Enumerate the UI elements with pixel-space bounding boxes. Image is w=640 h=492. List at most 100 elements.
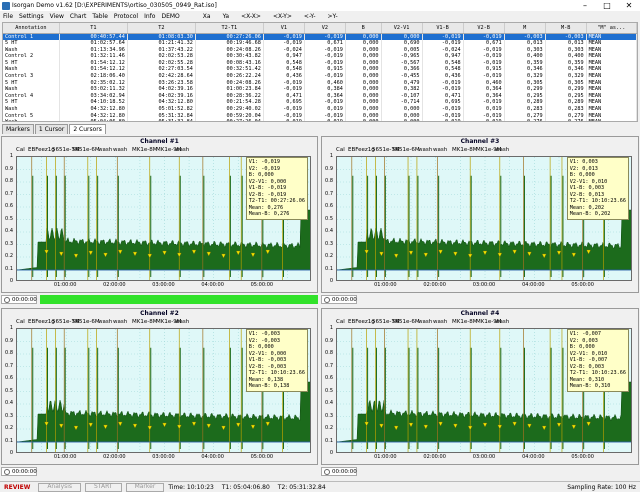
toolbar-ya-button[interactable]: Ya bbox=[217, 13, 236, 20]
channel-plot[interactable]: V1: -0,003 V2: -0,003 B: 0,000 V2-V1: 0,000… bbox=[16, 328, 311, 453]
table-cell: 0,366 bbox=[381, 66, 423, 74]
y-tick-label: 0.2 bbox=[5, 425, 13, 431]
table-row[interactable]: Wash 01:54:12.12 02:27:03.54 00:32:51.42 0,5… bbox=[3, 66, 637, 74]
table-cell: -0,019 bbox=[263, 40, 305, 47]
column-header[interactable]: V2-B bbox=[463, 23, 505, 34]
time-counter: 00:00:00 bbox=[1, 295, 37, 304]
menu-file[interactable]: File bbox=[0, 13, 16, 20]
table-row[interactable]: Control 4 03:34:02.94 04:02:39.16 00:28:36.… bbox=[3, 92, 637, 100]
time-counter: 00:00:00 bbox=[1, 467, 37, 476]
table-cell: 0,000 bbox=[381, 106, 423, 113]
analysis-button[interactable]: Analysis bbox=[38, 482, 82, 492]
table-row[interactable]: Control 2 01:32:11.46 02:02:53.28 00:30:43.… bbox=[3, 53, 637, 60]
table-cell: MEAN bbox=[586, 99, 637, 107]
minimize-button[interactable]: – bbox=[574, 0, 596, 11]
table-row[interactable]: Control 3 02:18:06.40 02:42:28.64 00:26:22.… bbox=[3, 73, 637, 80]
table-cell: 0,305 bbox=[545, 79, 587, 87]
table-row[interactable]: 5 HT 04:10:18.52 04:32:12.80 00:21:54.28 0,6… bbox=[3, 99, 637, 107]
y-tick-label: 0.7 bbox=[325, 190, 333, 197]
recording-progress-bar bbox=[40, 295, 318, 304]
table-cell: 0,690 bbox=[381, 40, 423, 47]
table-row[interactable]: Wash 04:32:12.80 05:01:52.82 00:29:40.02 -0,… bbox=[3, 106, 637, 113]
marker-button[interactable]: Marker bbox=[125, 482, 165, 492]
table-cell: 0,303 bbox=[504, 46, 546, 54]
menu-table[interactable]: Table bbox=[89, 13, 111, 20]
table-cell: Wash bbox=[3, 106, 60, 113]
toolbar-y-left-button[interactable]: <-Y- bbox=[298, 13, 322, 20]
start-button[interactable]: START bbox=[85, 482, 122, 492]
table-row[interactable]: 5 HT 02:35:02.12 03:26:23.58 00:24:08.26 -0,… bbox=[3, 79, 637, 87]
table-cell: -0,714 bbox=[381, 99, 423, 107]
table-cell: -0,019 bbox=[463, 119, 505, 121]
y-tick-label: 0.9 bbox=[325, 165, 333, 172]
tab-1-cursor[interactable]: 1 Cursor bbox=[34, 124, 69, 134]
table-cell: 05:31:32.84 bbox=[127, 119, 196, 121]
menu-chart[interactable]: Chart bbox=[67, 13, 90, 20]
y-tick-label: 0.9 bbox=[5, 337, 13, 344]
marker-label: wash bbox=[113, 319, 128, 325]
column-header[interactable]: T2-T1 bbox=[195, 23, 264, 34]
table-cell: 0,019 bbox=[463, 106, 505, 113]
table-cell: -0,567 bbox=[381, 59, 423, 67]
tab-markers[interactable]: Markers bbox=[2, 124, 34, 134]
table-row[interactable]: 5 HT 01:54:12.12 02:02:55.28 00:08:43.16 0,5… bbox=[3, 59, 637, 67]
table-cell: -0,019 bbox=[263, 86, 305, 93]
toolbar-xx-button[interactable]: <X-X> bbox=[235, 13, 267, 20]
y-tick-label: 0 bbox=[329, 278, 333, 284]
channel-plot[interactable]: V1: -0,007 V2: 0,003 B: 0,000 V2-V1: 0,010 V… bbox=[336, 328, 632, 453]
table-cell: 0,915 bbox=[463, 66, 505, 74]
table-cell: MEAN bbox=[586, 53, 637, 60]
table-cell: 0,548 bbox=[422, 59, 464, 67]
column-header[interactable]: V1-B bbox=[422, 23, 464, 34]
table-cell: 00:29:40.02 bbox=[195, 106, 264, 113]
y-tick-label: 0.6 bbox=[325, 375, 333, 381]
table-cell: 0,382 bbox=[381, 86, 423, 93]
maximize-button[interactable]: □ bbox=[596, 0, 618, 11]
menu-view[interactable]: View bbox=[47, 13, 67, 20]
column-header[interactable]: M-B bbox=[545, 23, 587, 34]
table-cell: 01:08:03.30 bbox=[127, 33, 196, 41]
column-header[interactable]: "M" as... bbox=[586, 23, 637, 34]
table-row[interactable]: Wash 03:02:11.32 04:02:39.16 01:00:23.84 -0,… bbox=[3, 86, 637, 93]
table-cell: -0,019 bbox=[422, 40, 464, 47]
table-row[interactable]: Control 1 00:40:57.44 01:08:03.30 00:27:26.… bbox=[3, 33, 637, 41]
status-bar: REVIEW Analysis START Marker Time: 10:10… bbox=[0, 481, 640, 492]
menu-demo[interactable]: DEMO bbox=[158, 13, 182, 20]
table-cell: 0,471 bbox=[263, 92, 305, 100]
column-header[interactable]: B bbox=[345, 23, 382, 34]
column-header[interactable]: Annotation bbox=[3, 23, 60, 34]
channel-plot[interactable]: V1: -0,019 V2: -0,019 B: 0,000 V2-V1: 0,000… bbox=[16, 156, 311, 281]
column-header[interactable]: M bbox=[504, 23, 546, 34]
menu-info[interactable]: Info bbox=[141, 13, 158, 20]
column-header[interactable]: V2-V1 bbox=[381, 23, 423, 34]
x-tick-label: 03:00:00 bbox=[152, 282, 175, 288]
column-header[interactable]: V1 bbox=[263, 23, 305, 34]
table-row[interactable]: Wash05:04:06.8005:31:32.8400:27:26.04-0,… bbox=[3, 119, 637, 121]
menu-protocol[interactable]: Protocol bbox=[111, 13, 141, 20]
column-header[interactable]: T2 bbox=[127, 23, 196, 34]
table-cell: 05:04:06.80 bbox=[59, 119, 128, 121]
column-header[interactable]: T1 bbox=[59, 23, 128, 34]
tab-2-cursors[interactable]: 2 Cursors bbox=[69, 124, 106, 134]
marker-label: Cal bbox=[336, 147, 345, 153]
toolbar-xa-button[interactable]: Xa bbox=[197, 13, 217, 20]
table-cell: MEAN bbox=[586, 59, 637, 67]
table-cell: -0,019 bbox=[304, 46, 346, 54]
table-cell: -0,019 bbox=[422, 112, 464, 120]
table-row[interactable]: Control 5 04:32:12.80 05:31:32.84 00:59:20.… bbox=[3, 112, 637, 120]
channel-plot[interactable]: V1: 0,003 V2: 0,013 B: 0,000 V2-V1: 0,010 V1… bbox=[336, 156, 632, 281]
menu-settings[interactable]: Settings bbox=[16, 13, 47, 20]
toolbar-y-right-button[interactable]: >Y- bbox=[322, 13, 344, 20]
y-axis: 1 0.9 0.8 0.7 0.6 0.5 0.4 0.3 0.2 0.1 0 bbox=[323, 325, 333, 456]
column-header[interactable]: V2 bbox=[304, 23, 346, 34]
marker-label: MK1e-8M bbox=[132, 147, 158, 153]
table-row[interactable]: 5 HT 01:02:57.64 01:21:41.32 00:19:46.68 -0,… bbox=[3, 40, 637, 47]
marker-labels: Cal EBFeez1g 5651e-7M 5651e-6M wash wash MK1e-… bbox=[2, 147, 317, 155]
annotation-table[interactable]: Annotation T1 T2 T2-T1 V1 V2 B V2-V1 V1-B V2-B M M-… bbox=[2, 22, 638, 122]
toolbar-xy-button[interactable]: <X-Y> bbox=[267, 13, 298, 20]
x-tick-label: 02:00:00 bbox=[103, 282, 126, 288]
table-row[interactable]: Wash 01:13:34.96 01:37:43.22 00:24:08.26 -0,… bbox=[3, 46, 637, 54]
close-button[interactable]: ✕ bbox=[618, 0, 640, 11]
table-cell: -0,019 bbox=[304, 59, 346, 67]
table-cell: 01:13:34.96 bbox=[59, 46, 128, 54]
